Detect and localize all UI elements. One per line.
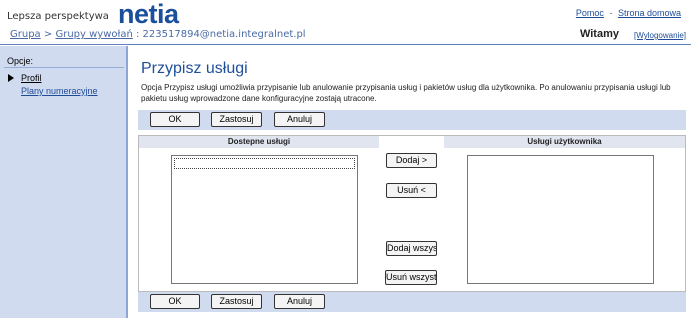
sidebar-item-numbering-plans[interactable]: Plany numeracyjne	[21, 86, 98, 96]
ok-button[interactable]: OK	[150, 112, 200, 127]
top-button-bar: OK Zastosuj Anuluj	[138, 110, 686, 130]
ok-button-bottom[interactable]: OK	[150, 294, 200, 309]
home-link[interactable]: Strona domowa	[618, 8, 681, 18]
page-description: Opcja Przypisz usługi umożliwia przypisa…	[141, 83, 671, 103]
user-services-list[interactable]	[467, 155, 654, 284]
logout-link[interactable]: [Wylogowanie]	[634, 31, 686, 40]
cancel-button-bottom[interactable]: Anuluj	[274, 294, 325, 309]
sidebar: Opcje: Profil Plany numeracyjne	[0, 46, 128, 318]
tagline: Lepsza perspektywa	[7, 11, 109, 22]
assign-services-panel: Dostepne usługi Usługi użytkownika Dodaj…	[138, 135, 686, 292]
remove-button[interactable]: Usuń <	[386, 183, 437, 198]
available-services-list[interactable]	[171, 155, 358, 284]
apply-button[interactable]: Zastosuj	[211, 112, 262, 127]
breadcrumb-group[interactable]: Grupa	[10, 29, 41, 40]
list-focus-row	[174, 158, 355, 169]
sidebar-item-profil[interactable]: Profil	[21, 73, 42, 83]
active-arrow-icon	[8, 74, 14, 82]
available-services-header: Dostepne usługi	[139, 136, 379, 148]
cancel-button[interactable]: Anuluj	[274, 112, 325, 127]
sidebar-divider	[4, 67, 124, 68]
add-button[interactable]: Dodaj >	[386, 153, 437, 168]
top-links: Pomoc - Strona domowa	[576, 8, 681, 18]
header-divider	[0, 44, 691, 45]
breadcrumb: Grupa > Grupy wywołań : 223517894@netia.…	[10, 29, 306, 40]
bottom-button-bar: OK Zastosuj Anuluj	[138, 292, 686, 312]
apply-button-bottom[interactable]: Zastosuj	[211, 294, 262, 309]
sidebar-title: Opcje:	[7, 56, 34, 66]
breadcrumb-colon: :	[135, 29, 140, 40]
breadcrumb-call-groups[interactable]: Grupy wywołań	[55, 29, 132, 40]
add-all-button[interactable]: Dodaj wszys	[386, 241, 437, 256]
breadcrumb-account: 223517894@netia.integralnet.pl	[142, 29, 306, 40]
user-services-header: Usługi użytkownika	[444, 136, 685, 148]
breadcrumb-separator: >	[43, 29, 53, 40]
netia-logo[interactable]: netia	[118, 0, 179, 30]
page-title: Przypisz usługi	[141, 60, 248, 77]
header: Lepsza perspektywa netia Pomoc - Strona …	[0, 0, 691, 44]
top-links-separator: -	[609, 8, 613, 18]
remove-all-button[interactable]: Usuń wszyst	[385, 270, 437, 285]
help-link[interactable]: Pomoc	[576, 8, 604, 18]
welcome-text: Witamy	[579, 28, 619, 40]
